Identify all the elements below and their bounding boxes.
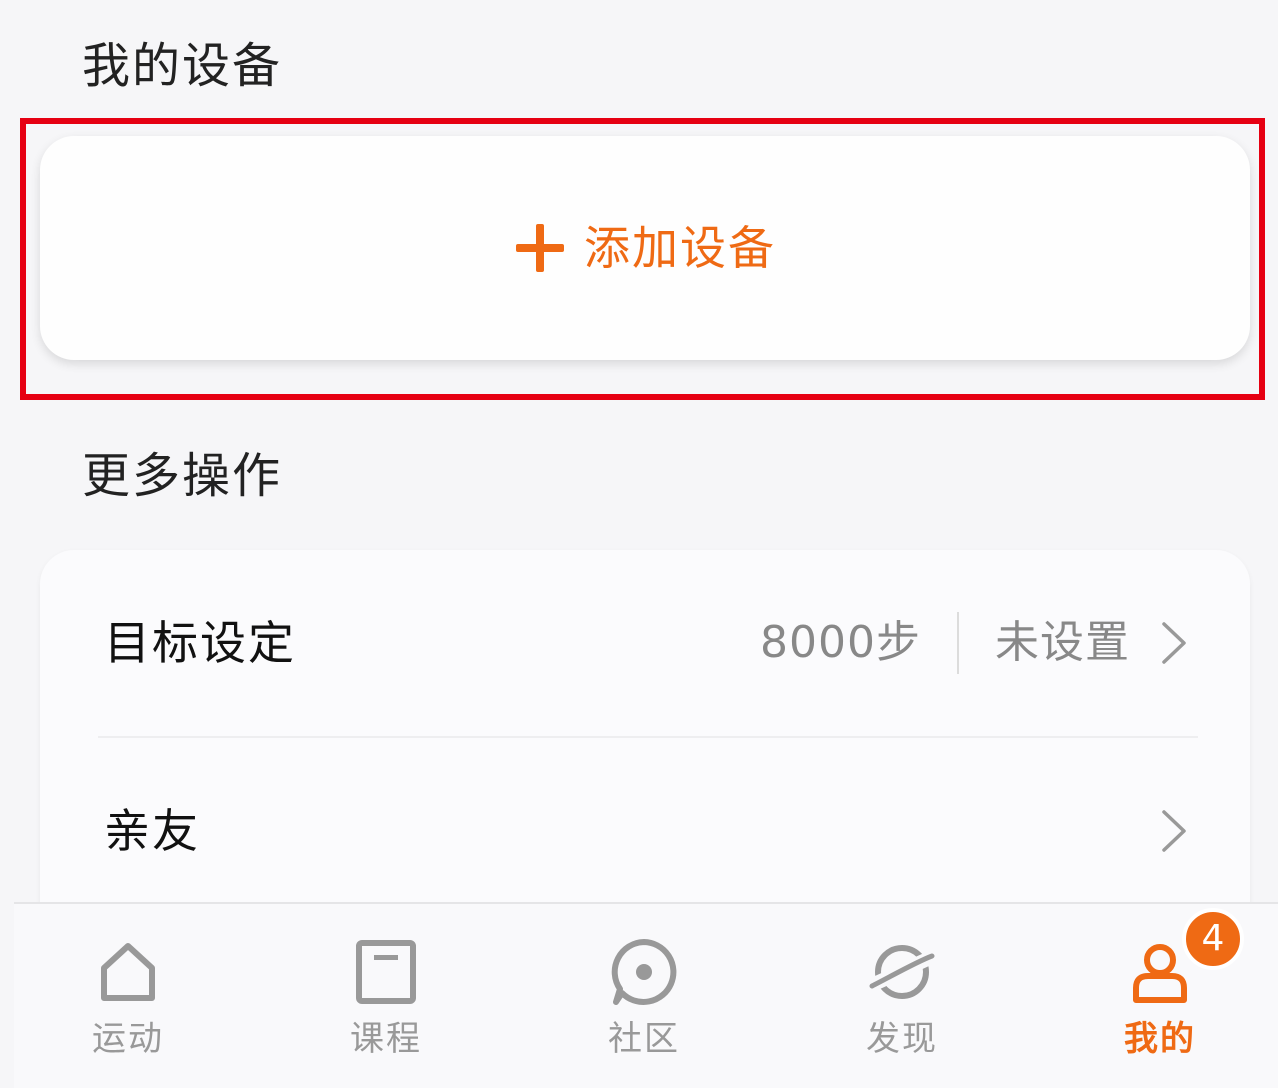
my-devices-title: 我的设备: [82, 38, 283, 94]
friends-right: [1130, 738, 1188, 924]
notification-badge: 4: [1182, 908, 1244, 970]
bottom-tab-bar: 运动 课程 社区 发现 我的 4: [14, 902, 1278, 1088]
friends-label: 亲友: [104, 804, 200, 858]
home-icon: [101, 943, 155, 1001]
chevron-right-icon: [1162, 810, 1186, 852]
friends-row[interactable]: 亲友: [40, 738, 1250, 924]
add-device-label: 添加设备: [584, 221, 776, 275]
more-actions-title: 更多操作: [82, 448, 283, 504]
app-screen: 我的设备 添加设备 更多操作 目标设定 8000步 未设置 亲友 运动 课程 社…: [0, 0, 1278, 1088]
goal-setting-label: 目标设定: [104, 616, 296, 670]
goal-status-value: 未设置: [995, 617, 1130, 668]
tab-course[interactable]: 课程: [286, 904, 486, 1088]
tab-discover[interactable]: 发现: [802, 904, 1002, 1088]
tab-label: 我的: [1124, 1019, 1196, 1059]
tab-community[interactable]: 社区: [544, 904, 744, 1088]
goal-setting-row[interactable]: 目标设定 8000步 未设置: [40, 550, 1250, 736]
tab-label: 发现: [866, 1019, 938, 1059]
tab-label: 课程: [350, 1019, 422, 1059]
planet-icon: [868, 945, 936, 999]
tab-label: 运动: [92, 1019, 164, 1059]
chevron-right-icon: [1162, 622, 1186, 664]
goal-setting-right: 8000步 未设置: [760, 550, 1188, 736]
tab-label: 社区: [608, 1019, 680, 1059]
community-icon: [611, 939, 677, 1005]
plus-icon: [516, 224, 564, 272]
vertical-divider: [957, 612, 959, 674]
tab-me[interactable]: 我的 4: [1060, 904, 1260, 1088]
course-icon: [356, 940, 416, 1004]
add-device-button[interactable]: 添加设备: [40, 136, 1250, 360]
add-device-content: 添加设备: [514, 222, 776, 274]
step-goal-value: 8000步: [760, 617, 921, 668]
tab-sport[interactable]: 运动: [28, 904, 228, 1088]
